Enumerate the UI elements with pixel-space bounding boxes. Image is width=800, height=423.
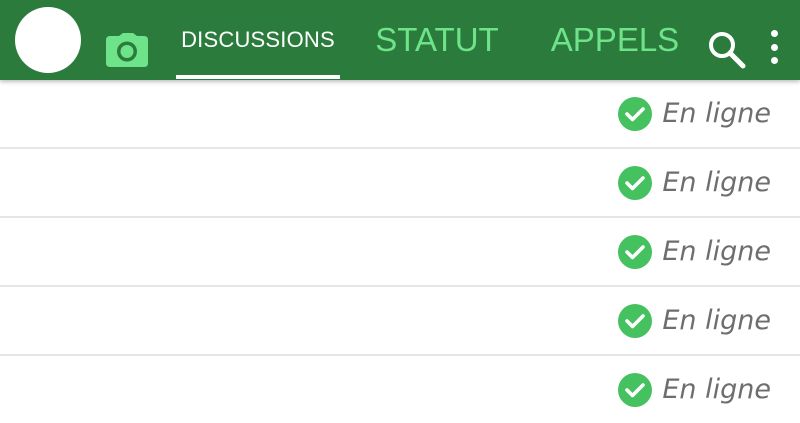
online-status: En ligne [618,287,771,354]
tab-appels-label: APPELS [550,21,680,58]
app-bar: DISCUSSIONS STATUT APPELS [0,0,800,80]
menu-dot [770,43,778,51]
chat-row[interactable]: En ligne [0,356,800,423]
check-circle-icon [618,234,653,269]
status-text: En ligne [662,167,771,198]
active-tab-indicator [176,75,340,79]
online-status: En ligne [618,149,771,216]
tab-discussions[interactable]: DISCUSSIONS [176,0,340,80]
online-status: En ligne [618,218,771,285]
chat-list: En ligne En ligne En ligne En ligne En l… [0,80,800,423]
search-icon[interactable] [707,30,747,70]
camera-icon[interactable] [106,33,148,67]
check-circle-icon [618,165,653,200]
tab-discussions-label: DISCUSSIONS [181,27,335,52]
chat-row[interactable]: En ligne [0,149,800,218]
status-text: En ligne [662,98,771,129]
status-text: En ligne [662,305,771,336]
status-text: En ligne [662,374,771,405]
check-circle-icon [618,303,653,338]
tab-appels[interactable]: APPELS [540,0,690,80]
chat-row[interactable]: En ligne [0,218,800,287]
status-text: En ligne [662,236,771,267]
more-vertical-icon[interactable] [764,30,784,70]
online-status: En ligne [618,80,771,147]
menu-dot [770,57,778,64]
check-circle-icon [618,96,653,131]
profile-avatar[interactable] [15,7,81,73]
online-status: En ligne [618,356,771,423]
tab-statut[interactable]: STATUT [360,0,514,80]
chat-row[interactable]: En ligne [0,287,800,356]
tab-statut-label: STATUT [375,21,499,58]
check-circle-icon [618,372,653,407]
chat-row[interactable]: En ligne [0,80,800,149]
menu-dot [770,30,778,37]
